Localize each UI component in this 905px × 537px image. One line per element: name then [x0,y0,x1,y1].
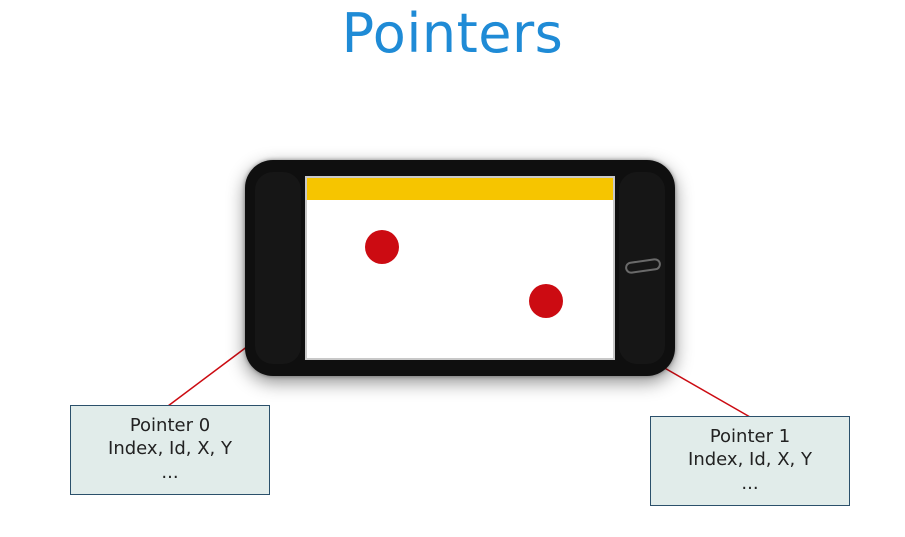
callout-pointer-1: Pointer 1 Index, Id, X, Y ... [650,416,850,506]
callout-title: Pointer 0 [77,414,263,437]
callout-more: ... [657,472,843,495]
phone-bezel-left [255,172,301,364]
phone-illustration [245,160,675,376]
callout-fields: Index, Id, X, Y [77,437,263,460]
page-title: Pointers [0,2,905,65]
phone-screen [305,176,615,360]
callout-title: Pointer 1 [657,425,843,448]
touch-point-0-icon [365,230,399,264]
callout-more: ... [77,461,263,484]
diagram-stage: Pointers Pointer 0 Index, Id, X, Y ... P… [0,0,905,537]
touch-point-1-icon [529,284,563,318]
status-bar [307,178,613,200]
callout-fields: Index, Id, X, Y [657,448,843,471]
callout-pointer-0: Pointer 0 Index, Id, X, Y ... [70,405,270,495]
